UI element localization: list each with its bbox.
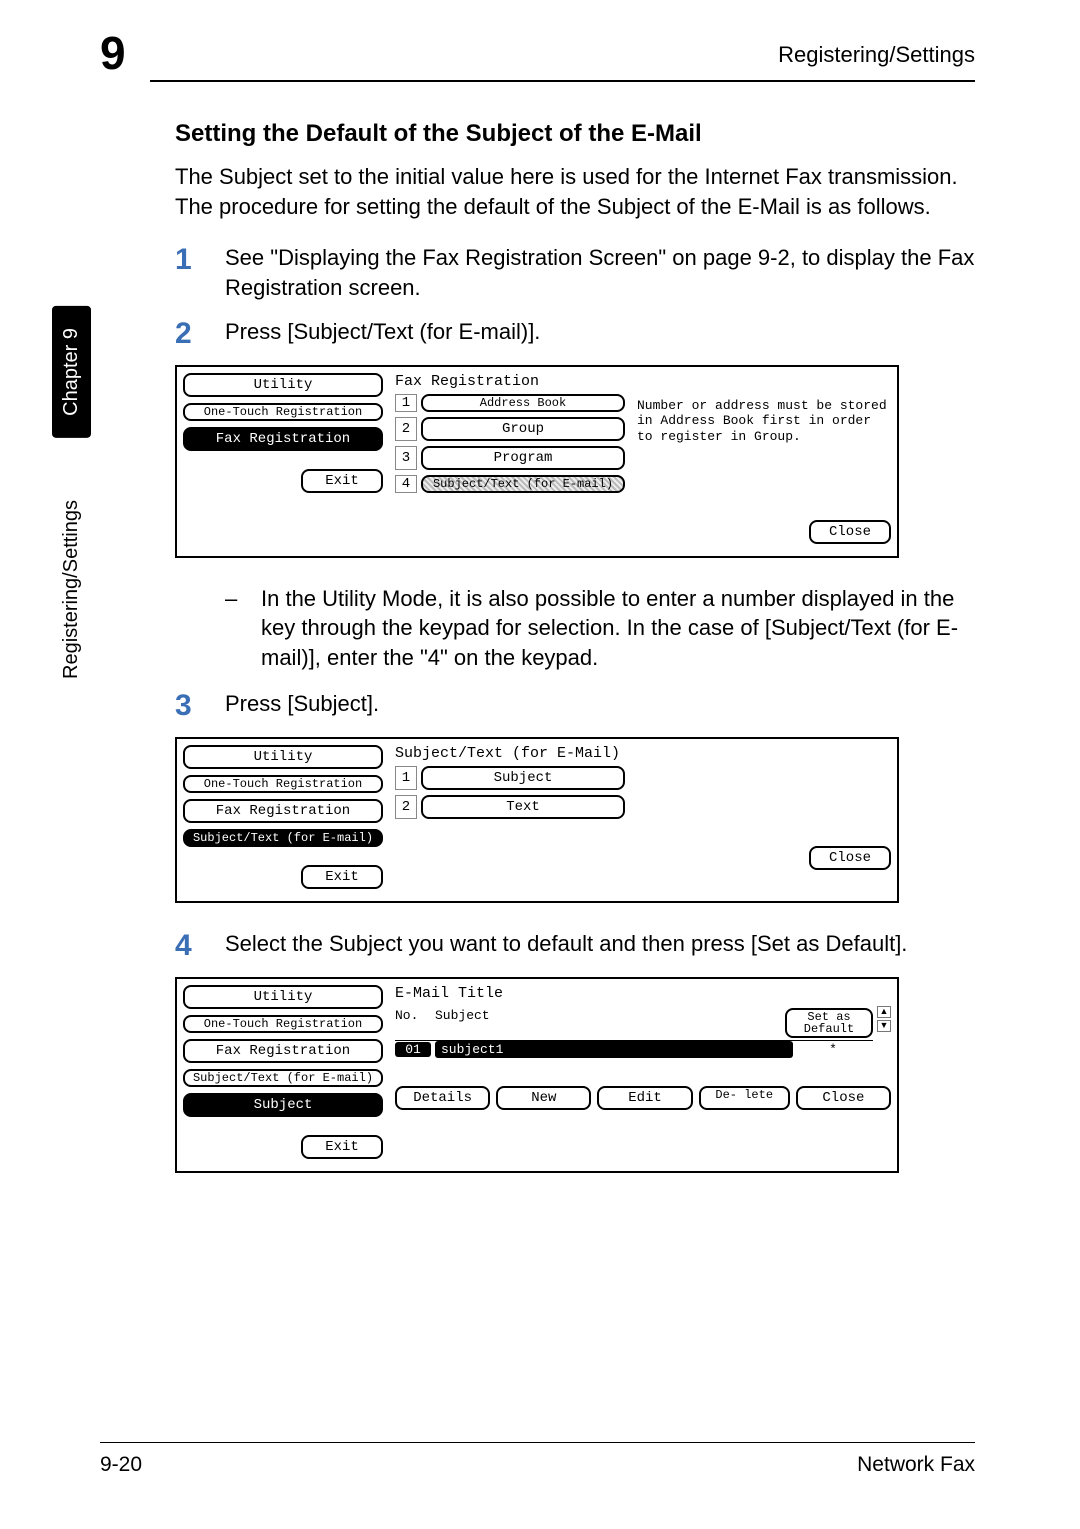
subject-text-email-button[interactable]: Subject/Text (for E-mail) — [183, 829, 383, 847]
exit-button[interactable]: Exit — [301, 865, 383, 889]
exit-button[interactable]: Exit — [301, 1135, 383, 1159]
scroll-down-icon[interactable]: ▼ — [877, 1020, 891, 1032]
row-no: 01 — [395, 1042, 431, 1057]
subject-button[interactable]: Subject — [183, 1093, 383, 1117]
info-text: Number or address must be stored in Addr… — [633, 394, 891, 449]
address-book-button[interactable]: Address Book — [421, 394, 625, 412]
ui-panel-email-title: Utility One-Touch Registration Fax Regis… — [175, 977, 899, 1173]
header-title: Registering/Settings — [778, 42, 975, 68]
footer-title: Network Fax — [857, 1453, 975, 1477]
panel-title: Fax Registration — [395, 373, 891, 390]
ui-panel-subject-text: Utility One-Touch Registration Fax Regis… — [175, 737, 899, 903]
one-touch-registration-button[interactable]: One-Touch Registration — [183, 1015, 383, 1033]
close-button[interactable]: Close — [809, 520, 891, 544]
utility-button[interactable]: Utility — [183, 985, 383, 1009]
close-button[interactable]: Close — [809, 846, 891, 870]
exit-button[interactable]: Exit — [301, 469, 383, 493]
one-touch-registration-button[interactable]: One-Touch Registration — [183, 775, 383, 793]
fax-registration-button[interactable]: Fax Registration — [183, 427, 383, 451]
intro-paragraph: The Subject set to the initial value her… — [175, 162, 975, 221]
utility-button[interactable]: Utility — [183, 373, 383, 397]
step-number: 2 — [175, 317, 225, 351]
subject-button[interactable]: Subject — [421, 766, 625, 790]
panel-title: Subject/Text (for E-Mail) — [395, 745, 891, 762]
program-button[interactable]: Program — [421, 446, 625, 470]
item-index: 2 — [395, 417, 417, 441]
step-2: 2 Press [Subject/Text (for E-mail)]. — [175, 317, 975, 351]
col-no: No. — [395, 1008, 435, 1038]
scroll-up-icon[interactable]: ▲ — [877, 1006, 891, 1018]
header-rule — [150, 80, 975, 82]
col-subject: Subject — [435, 1008, 785, 1038]
footer-rule — [100, 1442, 975, 1443]
one-touch-registration-button[interactable]: One-Touch Registration — [183, 403, 383, 421]
row-default-mark: * — [793, 1042, 873, 1057]
side-tab-section: Registering/Settings — [52, 490, 91, 689]
step-text: Press [Subject/Text (for E-mail)]. — [225, 317, 540, 347]
new-button[interactable]: New — [496, 1086, 591, 1110]
step-4: 4 Select the Subject you want to default… — [175, 929, 975, 963]
step-number: 4 — [175, 929, 225, 963]
item-index: 4 — [395, 475, 417, 493]
row-subject: subject1 — [435, 1041, 793, 1058]
ui-panel-fax-registration: Utility One-Touch Registration Fax Regis… — [175, 365, 899, 558]
side-tab-chapter: Chapter 9 — [52, 306, 91, 438]
item-index: 2 — [395, 795, 417, 819]
close-button[interactable]: Close — [796, 1086, 891, 1110]
step-2-note: – In the Utility Mode, it is also possib… — [225, 584, 975, 673]
step-text: See "Displaying the Fax Registration Scr… — [225, 243, 975, 302]
step-text: Select the Subject you want to default a… — [225, 929, 907, 959]
item-index: 1 — [395, 766, 417, 790]
utility-button[interactable]: Utility — [183, 745, 383, 769]
chapter-number: 9 — [100, 26, 126, 80]
group-button[interactable]: Group — [421, 417, 625, 441]
fax-registration-button[interactable]: Fax Registration — [183, 1039, 383, 1063]
step-number: 1 — [175, 243, 225, 277]
delete-button[interactable]: De- lete — [699, 1086, 790, 1110]
page-number: 9-20 — [100, 1453, 142, 1477]
note-text: In the Utility Mode, it is also possible… — [261, 584, 975, 673]
text-button[interactable]: Text — [421, 795, 625, 819]
item-index: 1 — [395, 394, 417, 412]
step-3: 3 Press [Subject]. — [175, 689, 975, 723]
table-header: No. Subject Set as Default — [395, 1006, 873, 1041]
step-number: 3 — [175, 689, 225, 723]
panel-title: E-Mail Title — [395, 985, 891, 1002]
details-button[interactable]: Details — [395, 1086, 490, 1110]
table-row[interactable]: 01 subject1 * — [395, 1041, 873, 1058]
subject-text-email-button[interactable]: Subject/Text (for E-mail) — [421, 475, 625, 493]
scrollbar[interactable]: ▲ ▼ — [877, 1006, 891, 1058]
fax-registration-button[interactable]: Fax Registration — [183, 799, 383, 823]
set-as-default-button[interactable]: Set as Default — [785, 1008, 873, 1038]
step-1: 1 See "Displaying the Fax Registration S… — [175, 243, 975, 302]
section-heading: Setting the Default of the Subject of th… — [175, 120, 975, 148]
subject-text-email-button[interactable]: Subject/Text (for E-mail) — [183, 1069, 383, 1087]
step-text: Press [Subject]. — [225, 689, 379, 719]
edit-button[interactable]: Edit — [597, 1086, 692, 1110]
item-index: 3 — [395, 446, 417, 470]
